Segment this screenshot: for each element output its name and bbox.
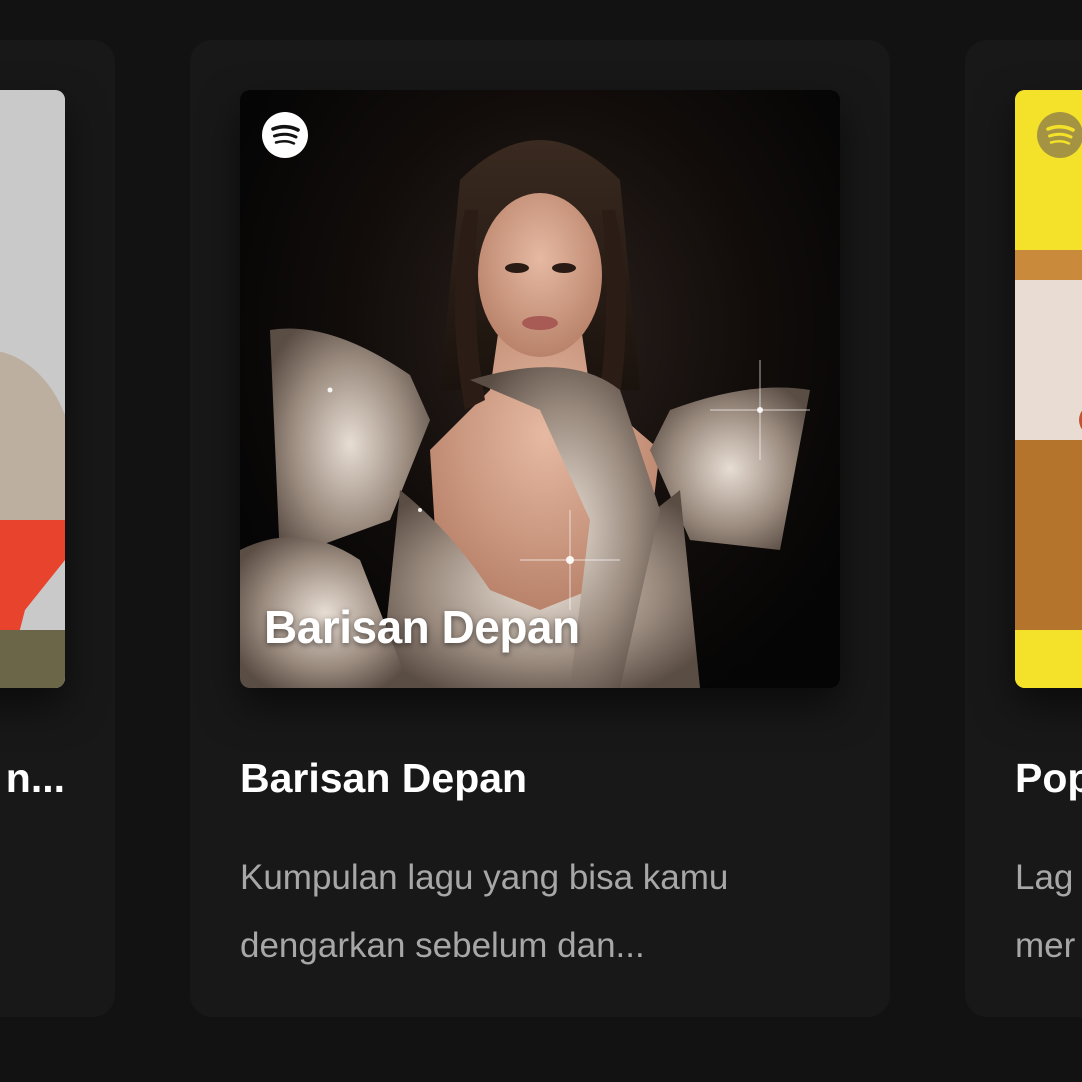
playlist-card-barisan-depan[interactable]: Barisan Depan Barisan Depan Kumpulan lag… [190, 40, 890, 1017]
spotify-logo-icon [1037, 112, 1082, 158]
spotify-logo-icon [262, 112, 308, 158]
cover-art-left [0, 90, 65, 688]
playlist-cover-left[interactable] [0, 90, 65, 688]
playlist-title-right[interactable]: Pop [1015, 755, 1082, 802]
cover-art-right [1015, 90, 1082, 688]
playlist-description-right: Lag mer [1015, 844, 1082, 980]
playlist-description: Kumpulan lagu yang bisa kamu dengarkan s… [240, 844, 850, 980]
playlist-cover-right[interactable] [1015, 90, 1082, 688]
playlist-card-left[interactable]: n... [0, 40, 115, 1017]
description-line: dengarkan sebelum dan... [240, 926, 645, 965]
playlist-cover[interactable]: Barisan Depan [240, 90, 840, 688]
description-line: Kumpulan lagu yang bisa kamu [240, 858, 729, 897]
playlist-carousel: n... Barisan Depan Barisan Depan Kumpula… [0, 0, 1082, 1082]
playlist-card-right[interactable]: Pop Lag mer [965, 40, 1082, 1017]
cover-art-photo [240, 140, 810, 688]
cover-title-text: Barisan Depan [264, 601, 580, 653]
playlist-title-left[interactable]: n... [6, 755, 65, 802]
playlist-title[interactable]: Barisan Depan [240, 755, 527, 802]
description-line: Lag [1015, 858, 1074, 897]
description-line: mer [1015, 926, 1076, 965]
